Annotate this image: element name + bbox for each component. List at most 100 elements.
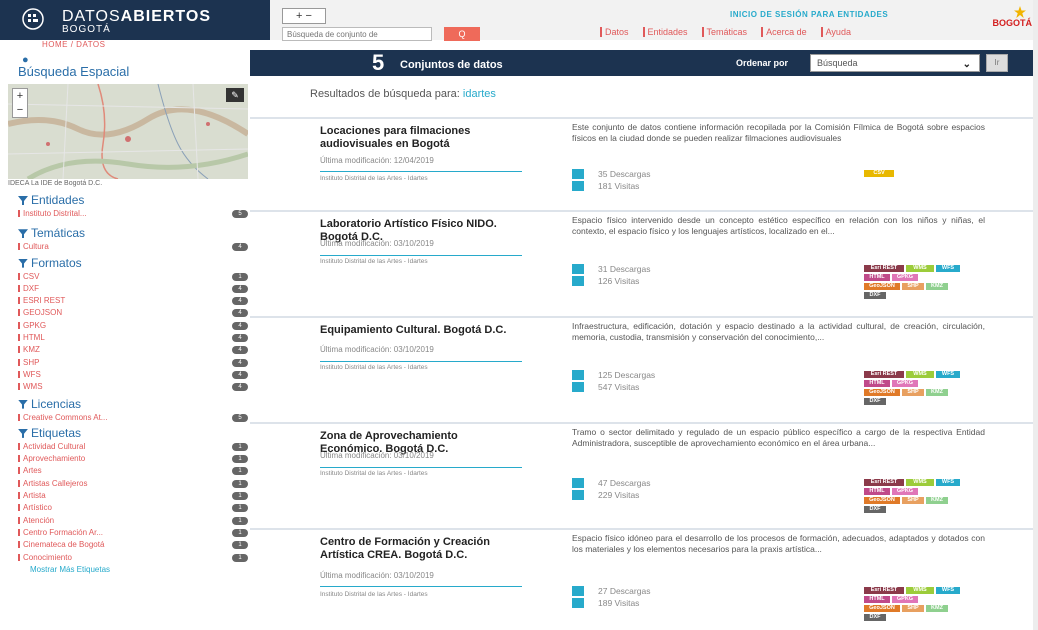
- format-badge[interactable]: WFS: [936, 479, 960, 486]
- dataset-modified: Última modificación: 03/10/2019: [320, 345, 434, 354]
- format-badge[interactable]: DXF: [864, 506, 886, 513]
- nav-entidades[interactable]: Entidades: [642, 27, 688, 37]
- nav-acerca-de[interactable]: Acerca de: [761, 27, 807, 37]
- site-logo[interactable]: DATOSABIERTOS BOGOTÁ: [0, 0, 270, 40]
- facet-item[interactable]: Artes 1: [18, 465, 248, 477]
- bogota-star-icon: [1014, 6, 1026, 18]
- format-badge[interactable]: GeoJSON: [864, 283, 900, 290]
- facet-item[interactable]: GPKG 4: [18, 320, 248, 332]
- format-badge[interactable]: KMZ: [926, 605, 948, 612]
- format-badge[interactable]: SHP: [902, 389, 924, 396]
- show-more-tags-link[interactable]: Mostrar Más Etiquetas: [30, 564, 248, 575]
- format-badge[interactable]: HTML: [864, 274, 890, 281]
- login-link[interactable]: INICIO DE SESIÓN PARA ENTIDADES: [730, 10, 888, 19]
- dataset-org[interactable]: Instituto Distrital de las Artes - Idart…: [320, 258, 440, 266]
- nav-datos[interactable]: Datos: [600, 27, 629, 37]
- font-size-toggle-button[interactable]: + −: [282, 8, 326, 24]
- map-draw-button[interactable]: ✎: [226, 88, 244, 102]
- format-badge[interactable]: WMS: [906, 479, 934, 486]
- format-badge[interactable]: GPKG: [892, 274, 918, 281]
- results-count-label: Conjuntos de datos: [400, 59, 503, 71]
- format-badge[interactable]: WMS: [906, 265, 934, 272]
- format-badge[interactable]: WFS: [936, 371, 960, 378]
- facet-item[interactable]: Creative Commons At... 5: [18, 412, 248, 424]
- facet-heading-etiquetas[interactable]: Etiquetas: [18, 426, 248, 441]
- facet-item[interactable]: GEOJSON 4: [18, 307, 248, 319]
- format-badge[interactable]: Esri REST: [864, 265, 904, 272]
- format-badge[interactable]: SHP: [902, 497, 924, 504]
- facet-item[interactable]: DXF 4: [18, 283, 248, 295]
- format-badge[interactable]: SHP: [902, 283, 924, 290]
- format-badge[interactable]: Esri REST: [864, 479, 904, 486]
- bogota-logo[interactable]: BOGOTÁ: [993, 18, 1033, 28]
- format-badge[interactable]: Esri REST: [864, 587, 904, 594]
- dataset-org[interactable]: Instituto Distrital de las Artes - Idart…: [320, 591, 440, 599]
- format-badge[interactable]: GPKG: [892, 596, 918, 603]
- map-credit[interactable]: IDECA La IDE de Bogotá D.C.: [8, 180, 102, 187]
- dataset-org[interactable]: Instituto Distrital de las Artes - Idart…: [320, 364, 440, 372]
- format-badge[interactable]: HTML: [864, 488, 890, 495]
- dataset-org[interactable]: Instituto Distrital de las Artes - Idart…: [320, 175, 440, 183]
- sort-go-button[interactable]: Ir: [986, 54, 1008, 72]
- count-badge: 4: [232, 284, 248, 293]
- map-zoom-in-button[interactable]: +: [13, 89, 27, 103]
- format-badge[interactable]: GeoJSON: [864, 497, 900, 504]
- nav-ayuda[interactable]: Ayuda: [820, 27, 851, 37]
- format-badge[interactable]: HTML: [864, 380, 890, 387]
- format-badge[interactable]: DXF: [864, 292, 886, 299]
- format-badge[interactable]: DXF: [864, 614, 886, 621]
- format-badge[interactable]: WFS: [936, 587, 960, 594]
- results-count: 5: [372, 50, 385, 75]
- dataset-org[interactable]: Instituto Distrital de las Artes - Idart…: [320, 470, 440, 478]
- facet-item[interactable]: Atención 1: [18, 515, 248, 527]
- facet-item[interactable]: ESRI REST 4: [18, 295, 248, 307]
- facet-item[interactable]: Cultura 4: [18, 241, 248, 253]
- search-button[interactable]: Q: [444, 27, 480, 41]
- format-badge[interactable]: KMZ: [926, 497, 948, 504]
- search-query[interactable]: idartes: [463, 88, 496, 100]
- format-badge[interactable]: HTML: [864, 596, 890, 603]
- format-badge[interactable]: GPKG: [892, 488, 918, 495]
- facet-item[interactable]: SHP 4: [18, 357, 248, 369]
- format-badge[interactable]: Esri REST: [864, 371, 904, 378]
- spatial-search-map[interactable]: + − ✎: [8, 84, 248, 179]
- facet-item[interactable]: HTML 4: [18, 332, 248, 344]
- facet-heading-tematicas[interactable]: Temáticas: [18, 226, 248, 241]
- format-badge[interactable]: KMZ: [926, 389, 948, 396]
- facet-item[interactable]: Instituto Distrital... 5: [18, 208, 248, 220]
- dataset-title[interactable]: Centro de Formación y Creación Artística…: [320, 536, 520, 562]
- facet-heading-entidades[interactable]: Entidades: [18, 193, 248, 208]
- facet-item[interactable]: Artista 1: [18, 490, 248, 502]
- facet-item[interactable]: Actividad Cultural 1: [18, 441, 248, 453]
- format-badge[interactable]: KMZ: [926, 283, 948, 290]
- facet-heading-formatos[interactable]: Formatos: [18, 256, 248, 271]
- facet-item[interactable]: CSV 1: [18, 271, 248, 283]
- facet-item[interactable]: Artístico 1: [18, 502, 248, 514]
- format-badge[interactable]: SHP: [902, 605, 924, 612]
- format-badge[interactable]: CSV: [864, 170, 894, 177]
- search-input[interactable]: [282, 27, 432, 41]
- facet-item[interactable]: Aprovechamiento 1: [18, 453, 248, 465]
- scrollbar[interactable]: [1033, 0, 1038, 630]
- format-badge[interactable]: WFS: [936, 265, 960, 272]
- facet-item[interactable]: Artistas Callejeros 1: [18, 478, 248, 490]
- format-badge[interactable]: WMS: [906, 587, 934, 594]
- facet-item[interactable]: Centro Formación Ar... 1: [18, 527, 248, 539]
- facet-item[interactable]: WMS 4: [18, 381, 248, 393]
- facet-item[interactable]: WFS 4: [18, 369, 248, 381]
- facet-item[interactable]: Cinemateca de Bogotá 1: [18, 539, 248, 551]
- breadcrumb[interactable]: HOME / DATOS: [42, 40, 106, 49]
- facet-item[interactable]: Conocimiento 1: [18, 552, 248, 564]
- format-badge[interactable]: GeoJSON: [864, 389, 900, 396]
- facet-heading-licencias[interactable]: Licencias: [18, 397, 248, 412]
- facet-item[interactable]: KMZ 4: [18, 344, 248, 356]
- format-badge[interactable]: GeoJSON: [864, 605, 900, 612]
- format-badge[interactable]: WMS: [906, 371, 934, 378]
- sort-select[interactable]: Búsqueda ⌄: [810, 54, 980, 72]
- format-badge[interactable]: GPKG: [892, 380, 918, 387]
- nav-tematicas[interactable]: Temáticas: [701, 27, 747, 37]
- format-badge[interactable]: DXF: [864, 398, 886, 405]
- dataset-title[interactable]: Equipamiento Cultural. Bogotá D.C.: [320, 324, 520, 337]
- dataset-title[interactable]: Locaciones para filmaciones audiovisuale…: [320, 125, 520, 151]
- map-zoom-out-button[interactable]: −: [13, 103, 27, 117]
